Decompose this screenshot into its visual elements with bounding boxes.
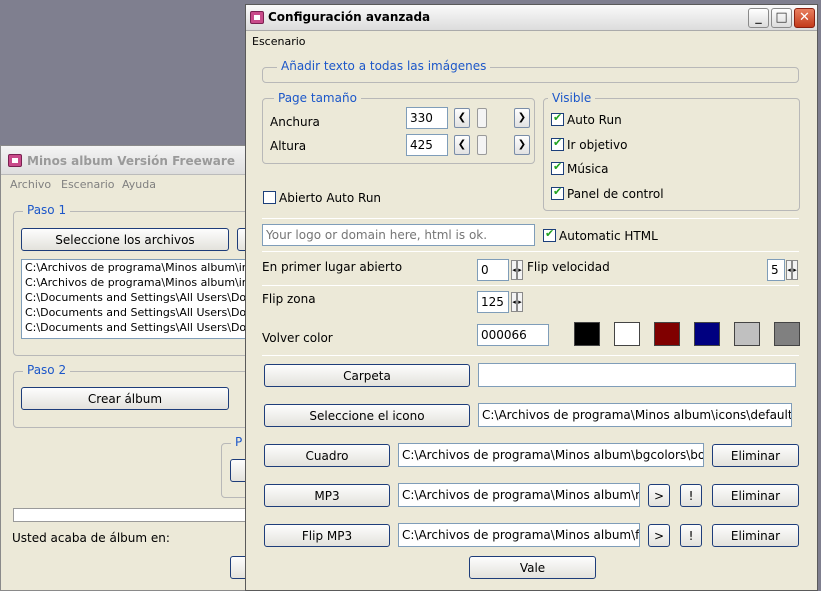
select-icon-button[interactable]: Seleccione el icono: [264, 404, 470, 427]
flip-mp3-delete-button[interactable]: Eliminar: [712, 524, 799, 547]
partial-group-label: P: [231, 435, 247, 449]
menu-archivo[interactable]: Archivo: [10, 178, 51, 191]
close-button[interactable]: ✕: [794, 8, 815, 28]
color-swatch-navy[interactable]: [694, 322, 720, 346]
ir-objetivo-label: Ir objetivo: [567, 138, 628, 152]
back-color-field[interactable]: 000066: [477, 324, 549, 346]
separator: [262, 251, 799, 252]
list-item[interactable]: C:\Documents and Settings\All Users\Do: [22, 305, 252, 320]
list-item[interactable]: C:\Archivos de programa\Minos album\ir: [22, 275, 252, 290]
open-autorun-label: Abierto Auto Run: [279, 191, 382, 205]
separator: [262, 218, 799, 219]
minimize-button[interactable]: _: [748, 8, 769, 28]
minimize-icon: _: [755, 10, 762, 25]
width-label: Anchura: [270, 115, 320, 129]
menu-ayuda[interactable]: Ayuda: [122, 178, 156, 191]
paso1-label: Paso 1: [23, 203, 71, 217]
separator: [262, 355, 799, 356]
color-swatch-silver[interactable]: [734, 322, 760, 346]
flip-mp3-play-button[interactable]: >: [648, 524, 670, 547]
height-decrease-button[interactable]: ❮: [454, 135, 470, 155]
frame-path-field[interactable]: C:\Archivos de programa\Minos album\bgco…: [398, 443, 704, 467]
flip-mp3-button[interactable]: Flip MP3: [264, 524, 390, 547]
frame-button[interactable]: Cuadro: [264, 444, 390, 467]
paso2-label: Paso 2: [23, 363, 71, 377]
width-increase-button[interactable]: ❯: [514, 108, 530, 128]
frame-delete-button[interactable]: Eliminar: [712, 444, 799, 467]
flip-speed-spinner[interactable]: ◂ ▸: [786, 260, 798, 280]
main-window: Minos album Versión Freeware Archivo Esc…: [0, 145, 257, 591]
mp3-play-button[interactable]: >: [648, 484, 670, 507]
maximize-button[interactable]: □: [771, 8, 792, 28]
checkbox-open-autorun[interactable]: [263, 191, 276, 204]
height-label: Altura: [270, 139, 307, 153]
ok-button[interactable]: Vale: [469, 556, 596, 579]
mp3-stop-button[interactable]: !: [680, 484, 702, 507]
main-menubar: Archivo Escenario Ayuda: [1, 176, 249, 194]
main-window-title: Minos album Versión Freeware: [27, 154, 235, 168]
height-slider-thumb[interactable]: [477, 135, 487, 155]
panel-control-label: Panel de control: [567, 187, 664, 201]
create-album-button[interactable]: Crear álbum: [21, 387, 229, 410]
main-window-titlebar[interactable]: Minos album Versión Freeware: [1, 146, 249, 175]
musica-label: Música: [567, 162, 609, 176]
app-icon: [8, 154, 22, 167]
checkbox-musica[interactable]: [551, 160, 564, 175]
select-files-button[interactable]: Seleccione los archivos: [21, 228, 229, 251]
color-swatch-white[interactable]: [614, 322, 640, 346]
height-increase-button[interactable]: ❯: [514, 135, 530, 155]
menu-escenario[interactable]: Escenario: [61, 178, 115, 191]
width-slider-thumb[interactable]: [477, 108, 487, 128]
progress-bar: [13, 508, 251, 522]
app-icon: [250, 11, 264, 24]
page-size-group-label: Page tamaño: [274, 91, 361, 105]
folder-button[interactable]: Carpeta: [264, 364, 470, 387]
add-text-group-label: Añadir texto a todas las imágenes: [277, 59, 491, 73]
status-text: Usted acaba de álbum en:: [12, 531, 170, 545]
page-size-group: [262, 98, 535, 164]
color-swatch-black[interactable]: [574, 322, 600, 346]
checkbox-auto-run[interactable]: [551, 111, 564, 126]
checkbox-panel-control[interactable]: [551, 185, 564, 200]
automatic-html-label: Automatic HTML: [559, 229, 658, 243]
advanced-config-dialog: Configuración avanzada _ □ ✕ Escenario A…: [245, 4, 818, 591]
list-item[interactable]: C:\Documents and Settings\All Users\Do: [22, 320, 252, 335]
flip-mp3-path-field[interactable]: C:\Archivos de programa\Minos album\fs: [398, 523, 640, 547]
separator: [262, 285, 799, 286]
dialog-titlebar[interactable]: Configuración avanzada _ □ ✕: [246, 5, 817, 31]
dialog-title: Configuración avanzada: [268, 10, 431, 24]
color-swatch-maroon[interactable]: [654, 322, 680, 346]
height-field[interactable]: 425: [406, 134, 448, 156]
flip-mp3-stop-button[interactable]: !: [680, 524, 702, 547]
width-field[interactable]: 330: [406, 107, 448, 129]
menu-escenario[interactable]: Escenario: [252, 35, 306, 48]
back-color-label: Volver color: [262, 331, 333, 345]
maximize-icon: □: [775, 10, 788, 25]
flip-zone-spinner[interactable]: ◂ ▸: [511, 292, 523, 312]
mp3-path-field[interactable]: C:\Archivos de programa\Minos album\m: [398, 483, 640, 507]
flip-zone-field[interactable]: 125: [477, 291, 509, 313]
width-decrease-button[interactable]: ❮: [454, 108, 470, 128]
icon-path-field[interactable]: C:\Archivos de programa\Minos album\icon…: [478, 403, 792, 427]
auto-run-label: Auto Run: [567, 113, 622, 127]
list-item[interactable]: C:\Documents and Settings\All Users\Do: [22, 290, 252, 305]
flip-zone-label: Flip zona: [262, 292, 316, 306]
first-open-label: En primer lugar abierto: [262, 260, 403, 274]
flip-speed-label: Flip velocidad: [527, 260, 610, 274]
mp3-button[interactable]: MP3: [264, 484, 390, 507]
first-open-field[interactable]: 0: [477, 259, 509, 281]
visible-group-label: Visible: [548, 91, 596, 105]
flip-speed-field[interactable]: 5: [767, 259, 785, 281]
checkbox-automatic-html[interactable]: [543, 227, 556, 242]
mp3-delete-button[interactable]: Eliminar: [712, 484, 799, 507]
close-icon: ✕: [799, 10, 810, 25]
list-item[interactable]: C:\Archivos de programa\Minos album\ir: [22, 260, 252, 275]
checkbox-ir-objetivo[interactable]: [551, 136, 564, 151]
files-list[interactable]: C:\Archivos de programa\Minos album\ir C…: [21, 259, 253, 339]
color-swatch-gray[interactable]: [774, 322, 800, 346]
logo-input[interactable]: [262, 224, 535, 246]
folder-field[interactable]: [478, 363, 796, 387]
first-open-spinner[interactable]: ◂ ▸: [511, 260, 523, 280]
